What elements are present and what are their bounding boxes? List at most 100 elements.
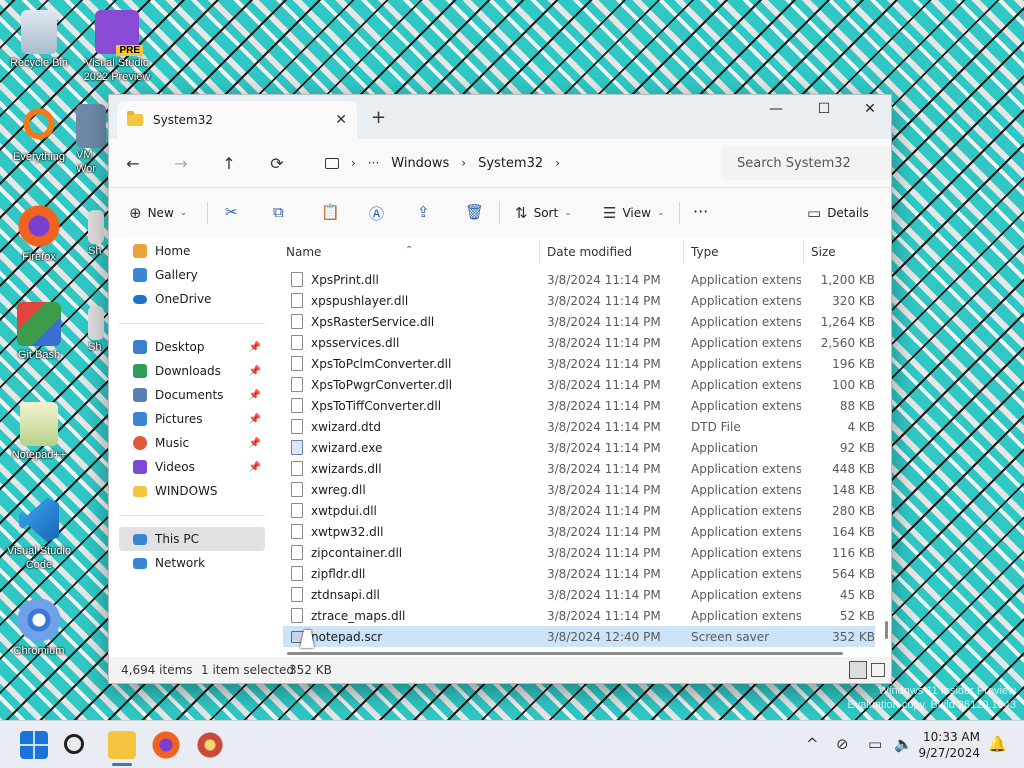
column-header-name[interactable]: Name (286, 245, 321, 259)
table-row[interactable]: ztdnsapi.dll 3/8/2024 11:14 PM Application… (283, 584, 875, 605)
column-header-size[interactable]: Size (811, 245, 836, 259)
table-row[interactable]: zipfldr.dll 3/8/2024 11:14 PM Application … (283, 563, 875, 584)
desktop-icon-everything[interactable]: Everything (2, 104, 76, 164)
pin-icon[interactable]: 📌 (249, 438, 261, 449)
battery-icon[interactable]: ▭ (868, 735, 882, 753)
close-button[interactable]: ✕ (847, 95, 893, 123)
tab-close-button[interactable]: ✕ (335, 112, 347, 128)
vertical-scrollbar[interactable] (883, 271, 889, 647)
table-row[interactable]: zipcontainer.dll 3/8/2024 11:14 PM Applica… (283, 542, 875, 563)
start-button[interactable] (20, 731, 48, 759)
table-row[interactable]: XpsToPclmConverter.dll 3/8/2024 11:14 PM A… (283, 353, 875, 374)
sidebar-item-windows[interactable]: WINDOWS (119, 479, 265, 503)
table-row[interactable]: xpspushlayer.dll 3/8/2024 11:14 PM Applica… (283, 290, 875, 311)
new-tab-button[interactable]: + (371, 107, 386, 128)
paste-button[interactable]: 📋 (321, 203, 340, 221)
table-row[interactable]: XpsPrint.dll 3/8/2024 11:14 PM Application… (283, 269, 875, 290)
sidebar-item-network[interactable]: Network (119, 551, 265, 575)
sidebar-item-documents[interactable]: Documents 📌 (119, 383, 265, 407)
column-header-type[interactable]: Type (691, 245, 719, 259)
column-divider[interactable] (683, 241, 684, 263)
details-view-toggle[interactable] (849, 661, 867, 679)
app-mascot-icon[interactable] (196, 731, 224, 759)
large-icons-view-toggle[interactable] (871, 663, 885, 677)
back-button[interactable]: ← (109, 154, 157, 173)
table-row[interactable]: xwreg.dll 3/8/2024 11:14 PM Application ex… (283, 479, 875, 500)
notification-bell-icon[interactable]: 🔔 (988, 735, 1007, 753)
address-bar[interactable]: › ··· Windows › System32 › (315, 146, 713, 180)
search-icon[interactable] (64, 734, 84, 754)
table-row[interactable]: xwizard.exe 3/8/2024 11:14 PM Application 9… (283, 437, 875, 458)
copy-button[interactable]: ⧉ (273, 203, 284, 221)
column-divider[interactable] (803, 241, 804, 263)
column-divider[interactable] (539, 241, 540, 263)
desktop-icon-visual-studio-2022[interactable]: PRE Visual Studio 2022 Preview (80, 10, 154, 84)
pin-icon[interactable]: 📌 (249, 390, 261, 401)
scrollbar-thumb[interactable] (885, 621, 888, 639)
delete-button[interactable]: 🗑 (465, 203, 484, 221)
table-row[interactable]: xwtpdui.dll 3/8/2024 11:14 PM Application … (283, 500, 875, 521)
horizontal-scrollbar[interactable] (287, 652, 843, 655)
table-row[interactable]: xwtpw32.dll 3/8/2024 11:14 PM Application … (283, 521, 875, 542)
tab-system32[interactable]: System32 ✕ (117, 101, 357, 139)
table-row[interactable]: XpsToPwgrConverter.dll 3/8/2024 11:14 PM A… (283, 374, 875, 395)
chevron-right-icon[interactable]: › (555, 156, 560, 170)
sidebar-item-desktop[interactable]: Desktop 📌 (119, 335, 265, 359)
volume-muted-icon[interactable]: 🔈 (894, 735, 913, 753)
desktop-icon-vmware[interactable]: VM Wor (76, 104, 108, 176)
more-locations-icon[interactable]: ··· (368, 156, 379, 170)
table-row[interactable]: xpsservices.dll 3/8/2024 11:14 PM Applicat… (283, 332, 875, 353)
table-row[interactable]: notepad.scr 3/8/2024 12:40 PM Screen saver… (283, 626, 875, 647)
sidebar-item-downloads[interactable]: Downloads 📌 (119, 359, 265, 383)
sidebar-item-videos[interactable]: Videos 📌 (119, 455, 265, 479)
table-row[interactable]: xwizards.dll 3/8/2024 11:14 PM Application… (283, 458, 875, 479)
desktop-icon-firefox[interactable]: Firefox (2, 204, 76, 264)
table-row[interactable]: XpsToTiffConverter.dll 3/8/2024 11:14 PM A… (283, 395, 875, 416)
sidebar-item-pictures[interactable]: Pictures 📌 (119, 407, 265, 431)
firefox-icon[interactable] (152, 731, 180, 759)
desktop-icon-git-bash[interactable]: Git Bash (2, 302, 76, 362)
pin-icon[interactable]: 📌 (249, 414, 261, 425)
up-button[interactable]: ↑ (205, 154, 253, 173)
pin-icon[interactable]: 📌 (249, 366, 261, 377)
maximize-button[interactable]: ☐ (801, 95, 847, 123)
table-row[interactable]: xwizard.dtd 3/8/2024 11:14 PM DTD File 4 KB (283, 416, 875, 437)
file-explorer-taskbar-icon[interactable] (108, 731, 136, 759)
network-offline-icon[interactable]: ⊘ (836, 735, 849, 753)
clock[interactable]: 10:33 AM 9/27/2024 (918, 729, 980, 761)
show-hidden-icons-chevron[interactable]: ^ (806, 735, 819, 753)
sidebar-item-music[interactable]: Music 📌 (119, 431, 265, 455)
new-button[interactable]: ⊕ New ⌄ (129, 204, 187, 222)
view-button[interactable]: ☰ View ⌄ (603, 204, 664, 222)
desktop-icon-vscode[interactable]: Visual Studio Code (2, 498, 76, 572)
refresh-button[interactable]: ⟳ (253, 154, 301, 173)
table-row[interactable]: XpsRasterService.dll 3/8/2024 11:14 PM App… (283, 311, 875, 332)
desktop-icon-shortcut[interactable]: Sh (88, 210, 108, 258)
cut-button[interactable]: ✂ (225, 203, 238, 221)
sidebar-item-home[interactable]: Home (119, 239, 265, 263)
file-type: Application extens... (691, 294, 801, 308)
desktop-icon-recycle-bin[interactable]: Recycle Bin (2, 10, 76, 70)
share-button[interactable]: ⇪ (417, 203, 430, 221)
file-name: xwizard.dtd (311, 420, 381, 434)
sidebar-item-onedrive[interactable]: OneDrive (119, 287, 265, 311)
desktop-icon-shortcut-2[interactable]: Sh (88, 306, 108, 354)
file-date-modified: 3/8/2024 11:14 PM (547, 273, 661, 287)
search-input[interactable]: Search System32 (721, 146, 891, 180)
breadcrumb-windows[interactable]: Windows (391, 156, 449, 171)
details-button[interactable]: ▭ Details (807, 204, 869, 222)
sidebar-item-this-pc[interactable]: This PC (119, 527, 265, 551)
column-header-date[interactable]: Date modified (547, 245, 632, 259)
sort-button[interactable]: ⇅ Sort ⌄ (515, 204, 572, 222)
pin-icon[interactable]: 📌 (249, 462, 261, 473)
pin-icon[interactable]: 📌 (249, 342, 261, 353)
forward-button[interactable]: → (157, 154, 205, 173)
minimize-button[interactable]: — (753, 95, 799, 123)
rename-button[interactable]: Ⓐ (369, 203, 384, 224)
desktop-icon-notepad-plus-plus[interactable]: Notepad++ (2, 402, 76, 462)
breadcrumb-system32[interactable]: System32 (478, 156, 543, 171)
table-row[interactable]: ztrace_maps.dll 3/8/2024 11:14 PM Applicat… (283, 605, 875, 626)
sidebar-item-gallery[interactable]: Gallery (119, 263, 265, 287)
desktop-icon-chromium[interactable]: Chromium (2, 598, 76, 658)
see-more-button[interactable]: ··· (693, 202, 708, 221)
